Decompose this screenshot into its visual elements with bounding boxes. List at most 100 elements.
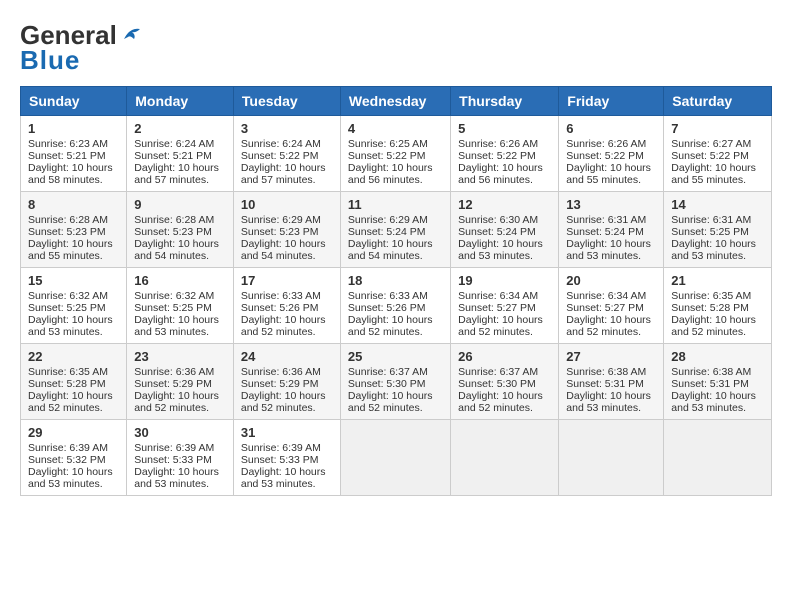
day-info: Sunset: 5:33 PM: [241, 454, 333, 466]
day-number: 6: [566, 121, 656, 136]
logo: General Blue: [20, 20, 144, 76]
day-info: and 53 minutes.: [566, 250, 656, 262]
day-info: Daylight: 10 hours: [566, 162, 656, 174]
day-info: Daylight: 10 hours: [241, 162, 333, 174]
day-info: Sunset: 5:23 PM: [28, 226, 119, 238]
calendar-day-cell: 7Sunrise: 6:27 AMSunset: 5:22 PMDaylight…: [664, 116, 772, 192]
day-info: and 52 minutes.: [241, 326, 333, 338]
day-info: Sunset: 5:25 PM: [134, 302, 226, 314]
day-info: Sunset: 5:26 PM: [348, 302, 443, 314]
day-info: Sunset: 5:22 PM: [241, 150, 333, 162]
day-info: Sunset: 5:25 PM: [671, 226, 764, 238]
day-info: and 53 minutes.: [671, 250, 764, 262]
day-info: and 52 minutes.: [458, 402, 551, 414]
day-info: Sunset: 5:30 PM: [458, 378, 551, 390]
calendar-day-cell: 26Sunrise: 6:37 AMSunset: 5:30 PMDayligh…: [451, 344, 559, 420]
day-info: Sunrise: 6:25 AM: [348, 138, 443, 150]
day-number: 23: [134, 349, 226, 364]
day-info: Sunrise: 6:34 AM: [458, 290, 551, 302]
day-info: Daylight: 10 hours: [134, 390, 226, 402]
calendar-day-cell: 9Sunrise: 6:28 AMSunset: 5:23 PMDaylight…: [127, 192, 234, 268]
calendar-day-cell: 31Sunrise: 6:39 AMSunset: 5:33 PMDayligh…: [233, 420, 340, 496]
day-info: Sunset: 5:29 PM: [134, 378, 226, 390]
day-info: Daylight: 10 hours: [28, 390, 119, 402]
day-number: 20: [566, 273, 656, 288]
day-info: Daylight: 10 hours: [671, 390, 764, 402]
calendar-header-thursday: Thursday: [451, 87, 559, 116]
day-info: and 52 minutes.: [566, 326, 656, 338]
day-info: Sunrise: 6:39 AM: [241, 442, 333, 454]
calendar-header-wednesday: Wednesday: [340, 87, 450, 116]
day-info: and 52 minutes.: [28, 402, 119, 414]
day-info: and 53 minutes.: [134, 326, 226, 338]
day-number: 24: [241, 349, 333, 364]
calendar-day-cell: 17Sunrise: 6:33 AMSunset: 5:26 PMDayligh…: [233, 268, 340, 344]
calendar-day-cell: 10Sunrise: 6:29 AMSunset: 5:23 PMDayligh…: [233, 192, 340, 268]
day-info: and 54 minutes.: [134, 250, 226, 262]
day-number: 22: [28, 349, 119, 364]
day-info: and 52 minutes.: [348, 402, 443, 414]
day-number: 15: [28, 273, 119, 288]
day-info: and 53 minutes.: [458, 250, 551, 262]
calendar-day-cell: 5Sunrise: 6:26 AMSunset: 5:22 PMDaylight…: [451, 116, 559, 192]
day-number: 25: [348, 349, 443, 364]
calendar-header-monday: Monday: [127, 87, 234, 116]
calendar-day-cell: 2Sunrise: 6:24 AMSunset: 5:21 PMDaylight…: [127, 116, 234, 192]
day-info: Sunrise: 6:27 AM: [671, 138, 764, 150]
day-number: 3: [241, 121, 333, 136]
day-info: Sunset: 5:22 PM: [458, 150, 551, 162]
day-info: Sunset: 5:24 PM: [348, 226, 443, 238]
logo-bird-icon: [122, 25, 144, 43]
calendar-header-tuesday: Tuesday: [233, 87, 340, 116]
day-info: and 52 minutes.: [671, 326, 764, 338]
calendar-day-cell: 19Sunrise: 6:34 AMSunset: 5:27 PMDayligh…: [451, 268, 559, 344]
day-info: Sunset: 5:29 PM: [241, 378, 333, 390]
calendar-header-row: SundayMondayTuesdayWednesdayThursdayFrid…: [21, 87, 772, 116]
day-info: Sunset: 5:24 PM: [566, 226, 656, 238]
day-info: and 58 minutes.: [28, 174, 119, 186]
day-number: 19: [458, 273, 551, 288]
day-info: and 56 minutes.: [348, 174, 443, 186]
day-info: and 53 minutes.: [134, 478, 226, 490]
day-info: Sunset: 5:28 PM: [28, 378, 119, 390]
day-info: Daylight: 10 hours: [134, 466, 226, 478]
day-info: Sunrise: 6:29 AM: [348, 214, 443, 226]
day-info: Sunrise: 6:35 AM: [671, 290, 764, 302]
calendar-header-friday: Friday: [559, 87, 664, 116]
day-info: Sunrise: 6:26 AM: [458, 138, 551, 150]
calendar-day-cell: 8Sunrise: 6:28 AMSunset: 5:23 PMDaylight…: [21, 192, 127, 268]
day-number: 30: [134, 425, 226, 440]
day-number: 4: [348, 121, 443, 136]
day-info: Sunset: 5:23 PM: [134, 226, 226, 238]
day-info: and 55 minutes.: [28, 250, 119, 262]
day-number: 16: [134, 273, 226, 288]
day-info: Sunrise: 6:39 AM: [134, 442, 226, 454]
day-info: Daylight: 10 hours: [458, 390, 551, 402]
day-info: and 57 minutes.: [241, 174, 333, 186]
day-info: Sunrise: 6:39 AM: [28, 442, 119, 454]
day-info: Sunset: 5:27 PM: [566, 302, 656, 314]
day-info: Sunrise: 6:32 AM: [134, 290, 226, 302]
calendar-day-cell: 6Sunrise: 6:26 AMSunset: 5:22 PMDaylight…: [559, 116, 664, 192]
day-info: Sunrise: 6:33 AM: [241, 290, 333, 302]
day-number: 29: [28, 425, 119, 440]
day-number: 9: [134, 197, 226, 212]
day-number: 31: [241, 425, 333, 440]
calendar-day-cell: [559, 420, 664, 496]
day-info: Sunrise: 6:36 AM: [134, 366, 226, 378]
day-info: Daylight: 10 hours: [566, 314, 656, 326]
day-info: Sunset: 5:31 PM: [566, 378, 656, 390]
day-number: 12: [458, 197, 551, 212]
day-info: Sunset: 5:22 PM: [566, 150, 656, 162]
calendar-day-cell: 25Sunrise: 6:37 AMSunset: 5:30 PMDayligh…: [340, 344, 450, 420]
day-info: Daylight: 10 hours: [134, 238, 226, 250]
day-info: Sunrise: 6:24 AM: [241, 138, 333, 150]
header: General Blue: [20, 20, 772, 76]
calendar-day-cell: 16Sunrise: 6:32 AMSunset: 5:25 PMDayligh…: [127, 268, 234, 344]
day-number: 2: [134, 121, 226, 136]
day-info: Daylight: 10 hours: [28, 162, 119, 174]
day-info: Sunrise: 6:32 AM: [28, 290, 119, 302]
calendar-day-cell: 20Sunrise: 6:34 AMSunset: 5:27 PMDayligh…: [559, 268, 664, 344]
day-info: Sunset: 5:31 PM: [671, 378, 764, 390]
calendar-week-row: 15Sunrise: 6:32 AMSunset: 5:25 PMDayligh…: [21, 268, 772, 344]
